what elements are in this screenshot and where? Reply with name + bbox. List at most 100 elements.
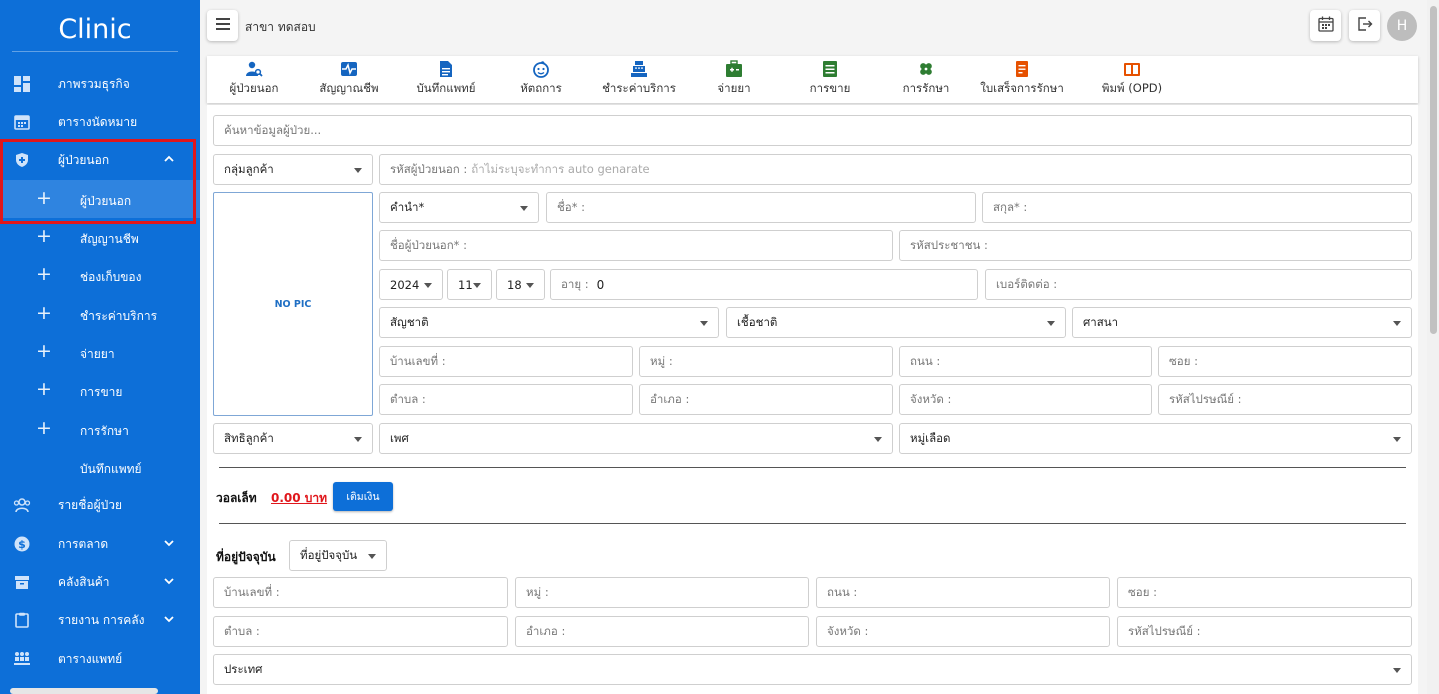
medicine-kit-icon xyxy=(725,60,743,78)
tab-label: ผู้ป่วยนอก xyxy=(229,81,279,95)
wallet-label: วอลเล็ท xyxy=(216,491,257,505)
scrollbar-thumb[interactable] xyxy=(1430,6,1437,334)
road-field[interactable]: ถนน : xyxy=(899,346,1152,377)
customer-right-select[interactable]: สิทธิลูกค้า xyxy=(213,423,373,454)
tab-print-opd[interactable]: พิมพ์ (OPD) xyxy=(1083,60,1181,100)
section-divider xyxy=(219,467,1406,468)
search-input[interactable]: ค้นหาข้อมูลผู้ป่วย... xyxy=(213,115,1412,146)
receipt-list-icon xyxy=(821,60,839,78)
sidebar-sub-label: ช่องเก็บของ xyxy=(80,270,142,284)
current-postcode-field[interactable]: รหัสไปรษณีย์ : xyxy=(1117,616,1412,647)
chevron-down-icon[interactable] xyxy=(160,534,178,552)
sidebar-item-doctor-schedule[interactable]: ตารางแพทย์ xyxy=(0,640,200,678)
current-district-field[interactable]: อำเภอ : xyxy=(515,616,809,647)
sidebar-item-label: รายงาน การคลัง xyxy=(58,612,145,627)
religion-select[interactable]: ศาสนา xyxy=(1072,307,1412,338)
top-bar: สาขา ทดสอบ H xyxy=(200,0,1439,52)
avatar[interactable]: H xyxy=(1387,11,1417,41)
sidebar-item-label: คลังสินค้า xyxy=(58,574,110,589)
plus-icon: + xyxy=(36,417,52,439)
sidebar-sub-doctor-notes[interactable]: บันทึกแพทย์ xyxy=(0,448,200,486)
tab-outpatient[interactable]: ผู้ป่วยนอก xyxy=(219,60,289,100)
subdistrict-field[interactable]: ตำบล : xyxy=(379,384,633,415)
receipt-icon xyxy=(1013,60,1031,78)
sidebar-item-finance-report[interactable]: รายงาน การคลัง xyxy=(0,601,200,639)
sidebar-sub-dispense[interactable]: + จ่ายยา xyxy=(0,333,200,371)
postcode-field[interactable]: รหัสไปรษณีย์ : xyxy=(1158,384,1412,415)
current-moo-field[interactable]: หมู่ : xyxy=(515,577,809,608)
district-field[interactable]: อำเภอ : xyxy=(639,384,893,415)
sidebar-item-dashboard[interactable]: ภาพรวมธุรกิจ xyxy=(0,65,200,103)
sidebar-item-inventory[interactable]: คลังสินค้า xyxy=(0,563,200,601)
brand-logo[interactable]: Clinic xyxy=(0,14,190,45)
calendar-icon xyxy=(13,113,31,131)
tab-treatment[interactable]: การรักษา xyxy=(897,60,955,100)
sidebar-sub-payment[interactable]: + ชำระค่าบริการ xyxy=(0,295,200,333)
main-area: สาขา ทดสอบ H ผู้ป่วยนอก สัญญาณชีพ บันทึก… xyxy=(200,0,1439,694)
birth-month-select[interactable]: 11 xyxy=(447,269,492,300)
house-no-field[interactable]: บ้านเลขที่ : xyxy=(379,346,633,377)
tab-doctor-notes[interactable]: บันทึกแพทย์ xyxy=(406,60,486,100)
country-select[interactable]: ประเทศ xyxy=(213,654,1412,685)
cash-register-icon xyxy=(630,60,648,78)
last-name-field[interactable]: สกุล* : xyxy=(982,192,1412,223)
tab-dispense[interactable]: จ่ายยา xyxy=(707,60,761,100)
plus-icon: + xyxy=(36,225,52,247)
race-select[interactable]: เชื้อชาติ xyxy=(726,307,1066,338)
sidebar: Clinic ภาพรวมธุรกิจ ตารางนัดหมาย ผู้ป่วย… xyxy=(0,0,200,694)
customer-group-select[interactable]: กลุ่มลูกค้า xyxy=(213,154,373,185)
sidebar-item-label: ภาพรวมธุรกิจ xyxy=(58,76,130,91)
sidebar-item-patient-list[interactable]: รายชื่อผู้ป่วย xyxy=(0,486,200,524)
sidebar-sub-label: ชำระค่าบริการ xyxy=(80,309,158,323)
current-subdistrict-field[interactable]: ตำบล : xyxy=(213,616,508,647)
tab-payment[interactable]: ชำระค่าบริการ xyxy=(593,60,685,100)
first-name-field[interactable]: ชื่อ* : xyxy=(546,192,976,223)
module-tabs: ผู้ป่วยนอก สัญญาณชีพ บันทึกแพทย์ หัตถการ… xyxy=(207,56,1418,103)
outpatient-name-field[interactable]: ชื่อผู้ป่วยนอก* : xyxy=(379,230,893,261)
current-province-field[interactable]: จังหวัด : xyxy=(816,616,1110,647)
province-field[interactable]: จังหวัด : xyxy=(899,384,1152,415)
sidebar-sub-sales[interactable]: + การขาย xyxy=(0,371,200,409)
moo-field[interactable]: หมู่ : xyxy=(639,346,893,377)
menu-button[interactable] xyxy=(207,10,238,41)
current-address-select[interactable]: ที่อยู่ปัจจุบัน xyxy=(289,540,387,571)
patient-photo[interactable]: NO PIC xyxy=(213,192,373,416)
tab-procedures[interactable]: หัตถการ xyxy=(509,60,573,100)
birth-year-select[interactable]: 2024 xyxy=(379,269,443,300)
tab-treatment-receipt[interactable]: ใบเสร็จการรักษา xyxy=(975,60,1069,100)
tab-vital-signs[interactable]: สัญญาณชีพ xyxy=(309,60,389,100)
current-road-field[interactable]: ถนน : xyxy=(816,577,1110,608)
calendar-button[interactable] xyxy=(1310,10,1341,41)
citizen-id-field[interactable]: รหัสประชาชน : xyxy=(899,230,1412,261)
phone-field[interactable]: เบอร์ติดต่อ : xyxy=(985,269,1412,300)
sidebar-sub-label: สัญญานชีพ xyxy=(80,232,139,246)
patient-form: ค้นหาข้อมูลผู้ป่วย... กลุ่มลูกค้า รหัสผู… xyxy=(207,105,1418,694)
highlight-box xyxy=(0,139,196,224)
chevron-down-icon[interactable] xyxy=(160,572,178,590)
current-house-no-field[interactable]: บ้านเลขที่ : xyxy=(213,577,508,608)
tab-label: ชำระค่าบริการ xyxy=(602,81,676,95)
bandage-icon xyxy=(917,60,935,78)
soi-field[interactable]: ซอย : xyxy=(1158,346,1412,377)
tab-sales[interactable]: การขาย xyxy=(802,60,858,100)
plus-icon: + xyxy=(36,302,52,324)
blood-group-select[interactable]: หมู่เลือด xyxy=(899,423,1412,454)
svg-text:$: $ xyxy=(18,538,26,551)
prefix-select[interactable]: คำนำ* xyxy=(379,192,539,223)
sidebar-item-marketing[interactable]: $ การตลาด xyxy=(0,525,200,563)
patient-code-field[interactable]: รหัสผู้ป่วยนอก : ถ้าไม่ระบุจะทำการ auto g… xyxy=(379,154,1412,185)
nationality-select[interactable]: สัญชาติ xyxy=(379,307,719,338)
birth-day-select[interactable]: 18 xyxy=(496,269,545,300)
current-soi-field[interactable]: ซอย : xyxy=(1117,577,1412,608)
gender-select[interactable]: เพศ xyxy=(379,423,893,454)
sidebar-sub-storage[interactable]: + ช่องเก็บของ xyxy=(0,256,200,294)
chevron-down-icon[interactable] xyxy=(160,610,178,628)
sidebar-sub-treatment[interactable]: + การรักษา xyxy=(0,410,200,448)
topup-button[interactable]: เติมเงิน xyxy=(333,482,393,511)
logout-button[interactable] xyxy=(1349,10,1380,41)
wallet-amount[interactable]: 0.00 บาท xyxy=(271,489,327,508)
sidebar-sub-label: บันทึกแพทย์ xyxy=(80,462,142,476)
sidebar-item-appointments[interactable]: ตารางนัดหมาย xyxy=(0,103,200,141)
branch-name: สาขา ทดสอบ xyxy=(245,20,316,34)
age-field[interactable]: อายุ :0 xyxy=(550,269,978,300)
